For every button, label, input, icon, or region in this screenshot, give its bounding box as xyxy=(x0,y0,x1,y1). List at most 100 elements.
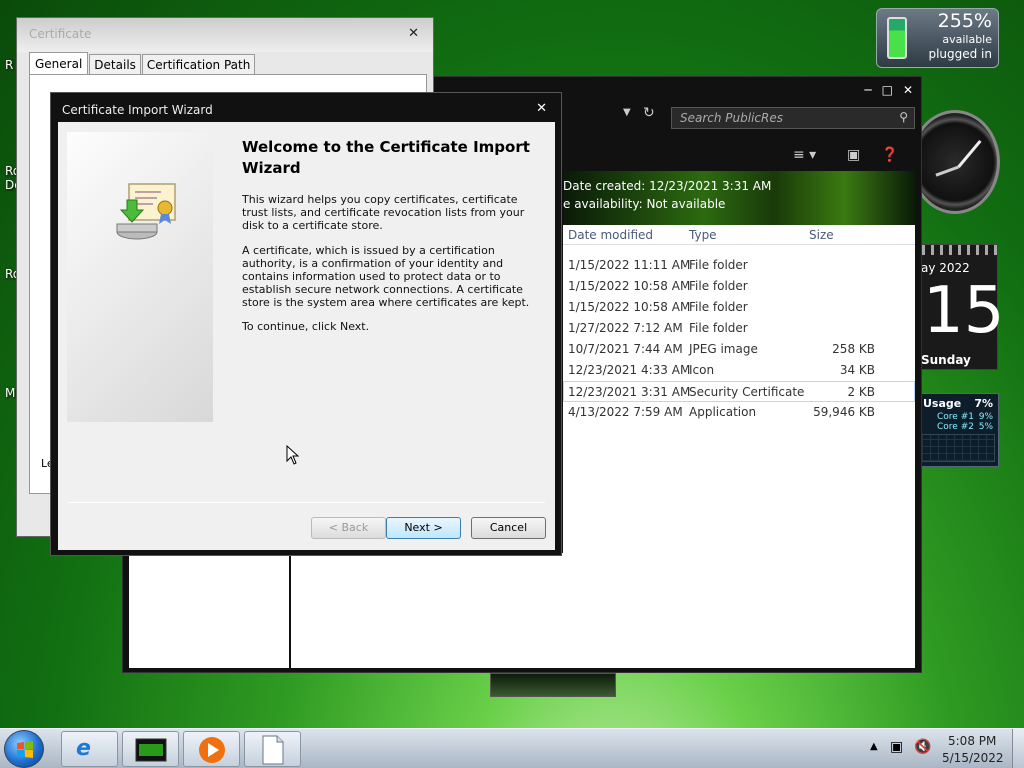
battery-icon xyxy=(887,17,907,59)
table-row[interactable]: 12/23/2021 4:33 AM Icon 34 KB xyxy=(563,360,915,381)
row-date: 1/15/2022 11:11 AM xyxy=(568,258,691,272)
taskbar-media-player[interactable] xyxy=(183,731,240,767)
desktop-icon-label[interactable]: M xyxy=(5,386,15,400)
calendar-rings-icon xyxy=(913,245,997,255)
search-input[interactable]: Search PublicRes ⚲ xyxy=(671,107,915,129)
table-row[interactable]: 1/27/2022 7:12 AM File folder xyxy=(563,318,915,339)
search-icon[interactable]: ⚲ xyxy=(899,110,908,124)
document-icon xyxy=(262,735,284,765)
start-button[interactable] xyxy=(4,730,44,768)
row-size: 34 KB xyxy=(839,363,875,377)
show-desktop-button[interactable] xyxy=(1012,729,1024,768)
row-size: 2 KB xyxy=(847,385,875,399)
certificate-import-icon xyxy=(116,183,176,240)
media-player-icon xyxy=(199,737,225,763)
desktop-icon-label[interactable]: R xyxy=(5,58,13,72)
column-date-modified[interactable]: Date modified xyxy=(568,228,653,242)
table-row[interactable]: 10/7/2021 7:44 AM JPEG image 258 KB xyxy=(563,339,915,360)
row-type: Security Certificate xyxy=(689,385,805,399)
file-list: Date modified Type Size 1/15/2022 11:11 … xyxy=(563,225,915,668)
mouse-cursor-icon xyxy=(286,445,300,465)
row-type: File folder xyxy=(689,300,748,314)
cancel-button[interactable]: Cancel xyxy=(471,517,546,539)
battery-available: available xyxy=(942,33,992,46)
row-date: 1/15/2022 10:58 AM xyxy=(568,300,691,314)
battery-plugged: plugged in xyxy=(928,47,992,61)
cpu-title: Usage xyxy=(923,397,962,410)
system-tray: ▲ ▣ 🔇 5:08 PM 5/15/2022 xyxy=(864,729,1024,768)
wizard-heading: Welcome to the Certificate Import Wizard xyxy=(242,138,530,177)
column-type[interactable]: Type xyxy=(689,228,717,242)
row-type: File folder xyxy=(689,321,748,335)
taskbar-document[interactable] xyxy=(244,731,301,767)
preview-pane-icon[interactable]: ▣ xyxy=(847,147,860,163)
row-type: Application xyxy=(689,405,757,419)
table-row[interactable]: 1/15/2022 10:58 AM File folder xyxy=(563,276,915,297)
row-type: Icon xyxy=(689,363,715,377)
calendar-day: 15 xyxy=(923,274,1005,348)
row-date: 10/7/2021 7:44 AM xyxy=(568,342,683,356)
column-size[interactable]: Size xyxy=(809,228,834,242)
internet-explorer-icon: e xyxy=(76,736,91,761)
navigation-pane[interactable] xyxy=(129,553,289,668)
certificate-import-wizard[interactable]: Certificate Import Wizard ✕ Welcome to t… xyxy=(50,92,562,556)
cpu-meter-gadget[interactable]: Usage 7% Core #1 9% Core #2 5% xyxy=(916,393,999,467)
battery-percent: 255% xyxy=(937,10,992,32)
calendar-month: ay 2022 xyxy=(921,261,970,275)
wizard-title: Certificate Import Wizard xyxy=(62,103,213,117)
chevron-down-icon[interactable]: ▼ xyxy=(623,107,631,118)
row-date: 1/27/2022 7:12 AM xyxy=(568,321,683,335)
certificate-title: Certificate xyxy=(17,18,433,52)
table-row[interactable]: 1/15/2022 11:11 AM File folder xyxy=(563,255,915,276)
network-icon[interactable]: ▣ xyxy=(890,739,903,755)
clock-gadget[interactable] xyxy=(910,110,1000,214)
file-list-header: Date modified Type Size xyxy=(563,225,915,245)
volume-muted-icon[interactable]: 🔇 xyxy=(914,739,931,755)
battery-gadget[interactable]: 255% available plugged in xyxy=(876,8,999,68)
close-icon[interactable]: ✕ xyxy=(903,83,913,97)
cpu-core1-value: 9% xyxy=(978,412,993,422)
calendar-weekday: Sunday xyxy=(921,353,971,367)
wizard-side-banner xyxy=(67,132,213,422)
row-type: File folder xyxy=(689,279,748,293)
table-row[interactable]: 4/13/2022 7:59 AM Application 59,946 KB xyxy=(563,402,915,423)
explorer-thumbnail xyxy=(490,673,616,697)
row-date: 4/13/2022 7:59 AM xyxy=(568,405,683,419)
row-date: 12/23/2021 3:31 AM xyxy=(568,385,691,399)
details-pane: Date created: 12/23/2021 3:31 AM e avail… xyxy=(563,171,915,225)
close-icon[interactable]: ✕ xyxy=(408,26,419,41)
table-row-selected[interactable]: 12/23/2021 3:31 AM Security Certificate … xyxy=(563,381,915,402)
refresh-icon[interactable]: ↻ xyxy=(643,105,655,121)
windows-logo-icon xyxy=(17,741,33,758)
app-window-icon xyxy=(135,738,167,762)
show-hidden-icons-icon[interactable]: ▲ xyxy=(870,741,878,752)
row-size: 59,946 KB xyxy=(813,405,875,419)
maximize-icon[interactable]: □ xyxy=(882,83,893,97)
row-date: 12/23/2021 4:33 AM xyxy=(568,363,691,377)
help-icon[interactable]: ❓ xyxy=(881,147,898,163)
next-button[interactable]: Next > xyxy=(386,517,461,539)
file-pane[interactable] xyxy=(291,553,563,668)
minimize-icon[interactable]: ─ xyxy=(864,83,871,97)
back-button[interactable]: < Back xyxy=(311,517,386,539)
cpu-graph xyxy=(921,434,995,462)
wizard-paragraph: This wizard helps you copy certificates,… xyxy=(242,193,525,232)
cpu-core2-label: Core #2 xyxy=(937,422,974,432)
row-size: 258 KB xyxy=(832,342,875,356)
row-type: JPEG image xyxy=(689,342,758,356)
wizard-paragraph: To continue, click Next. xyxy=(242,320,370,333)
close-icon[interactable]: ✕ xyxy=(536,101,547,116)
views-icon[interactable]: ≡ ▾ xyxy=(793,147,816,163)
taskbar-app[interactable] xyxy=(122,731,179,767)
calendar-gadget[interactable]: ay 2022 15 Sunday xyxy=(912,244,1004,370)
tray-time[interactable]: 5:08 PM xyxy=(948,734,996,748)
wizard-paragraph: A certificate, which is issued by a cert… xyxy=(242,244,530,309)
taskbar-internet-explorer[interactable]: e xyxy=(61,731,118,767)
cpu-core1-label: Core #1 xyxy=(937,412,974,422)
tray-date[interactable]: 5/15/2022 xyxy=(942,751,1004,765)
details-created: Date created: 12/23/2021 3:31 AM xyxy=(563,179,772,193)
explorer-toolbar: ≡ ▾ ▣ ❓ xyxy=(563,141,915,171)
row-date: 1/15/2022 10:58 AM xyxy=(568,279,691,293)
table-row[interactable]: 1/15/2022 10:58 AM File folder xyxy=(563,297,915,318)
taskbar: e ▲ ▣ 🔇 5:08 PM 5/15/2022 xyxy=(0,728,1024,768)
